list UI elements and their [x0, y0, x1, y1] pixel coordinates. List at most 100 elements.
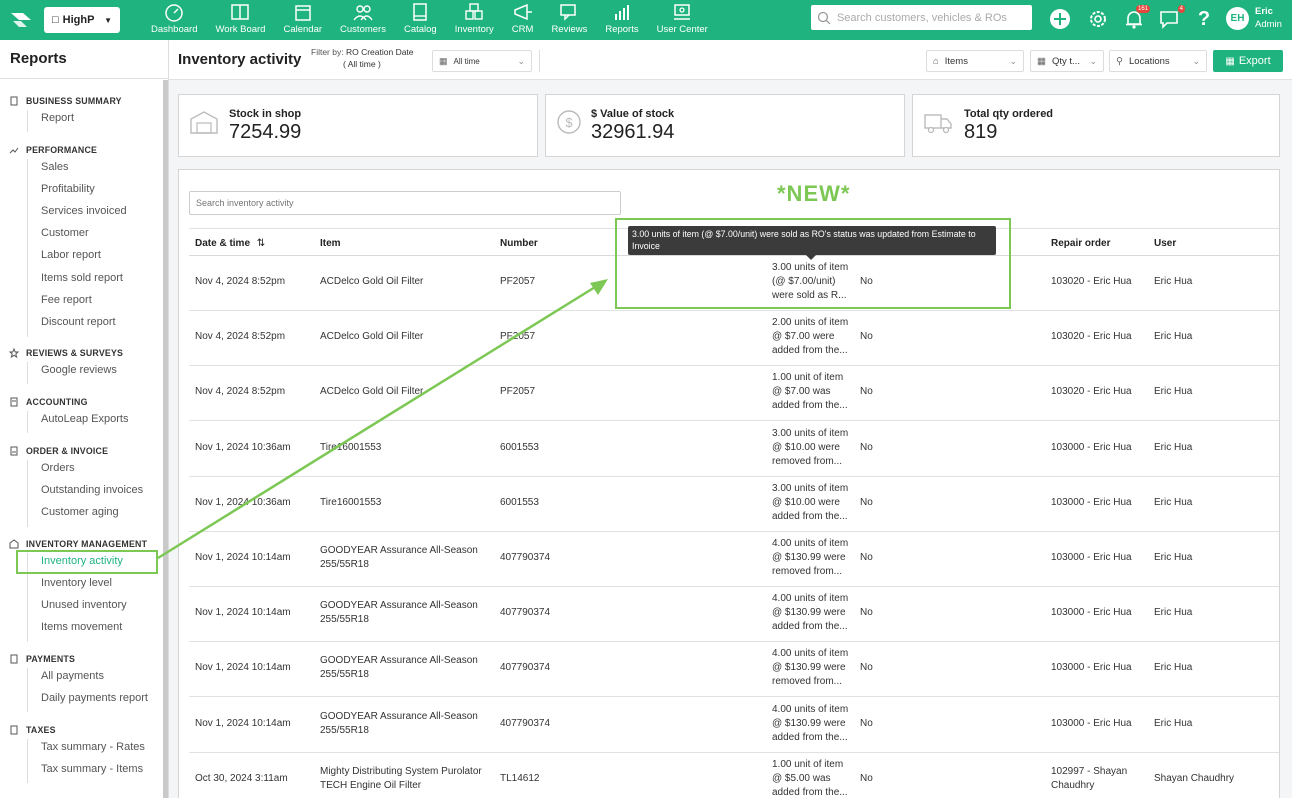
sidebar-section-label: TAXES [26, 725, 56, 735]
nav-item-customers[interactable]: Customers [331, 0, 395, 40]
autoleap-logo[interactable] [4, 0, 38, 40]
sidebar-item-profitability[interactable]: Profitability [41, 183, 95, 195]
add-button[interactable] [1049, 8, 1071, 30]
date-range-dropdown[interactable]: ▦ All time ⌄ [432, 50, 532, 72]
sort-icon[interactable]: ⇅ [257, 238, 265, 249]
sidebar-item-services-invoiced[interactable]: Services invoiced [41, 205, 127, 217]
sidebar-item-all-payments[interactable]: All payments [41, 670, 104, 682]
column-header-user[interactable]: User [1154, 238, 1176, 249]
sidebar-item-tax-summary-items[interactable]: Tax summary - Items [41, 763, 143, 775]
cell-repair-order[interactable]: 103000 - Eric Hua [1051, 717, 1132, 731]
cell-repair-order[interactable]: 102997 - Shayan Chaudhry [1051, 765, 1127, 793]
sidebar-item-customer[interactable]: Customer [41, 227, 89, 239]
sidebar-section-reviews-surveys: REVIEWS & SURVEYS [9, 348, 123, 358]
qty-dropdown[interactable]: ▦ Qty t... ⌄ [1030, 50, 1104, 72]
sidebar-item-tax-summary-rates[interactable]: Tax summary - Rates [41, 741, 145, 753]
cell-repair-order[interactable]: 103020 - Eric Hua [1051, 385, 1132, 399]
cell-number: 407790374 [500, 717, 551, 729]
nav-item-dashboard[interactable]: Dashboard [142, 0, 206, 40]
locations-dropdown[interactable]: ⚲ Locations ⌄ [1109, 50, 1207, 72]
settings-button[interactable] [1087, 8, 1109, 30]
sidebar-item-labor-report[interactable]: Labor report [41, 249, 101, 261]
table-row[interactable]: Nov 4, 2024 8:52pm ACDelco Gold Oil Filte… [189, 311, 1279, 367]
sidebar-item-daily-payments-report[interactable]: Daily payments report [41, 692, 148, 704]
items-dropdown[interactable]: ⌂ Items ⌄ [926, 50, 1024, 72]
table-row[interactable]: Nov 4, 2024 8:52pm ACDelco Gold Oil Filte… [189, 366, 1279, 422]
sidebar-item-items-movement[interactable]: Items movement [41, 621, 122, 633]
column-header-date[interactable]: Date & time ⇅ [195, 238, 265, 249]
nav-item-user-center[interactable]: User Center [648, 0, 717, 40]
table-row[interactable]: Nov 1, 2024 10:14am GOODYEAR Assurance Al… [189, 532, 1279, 587]
inventory-search-input[interactable] [189, 191, 621, 215]
nav-item-work-board[interactable]: Work Board [206, 0, 274, 40]
cell-repair-order[interactable]: 103020 - Eric Hua [1051, 275, 1132, 289]
column-header-item[interactable]: Item [320, 238, 341, 249]
nav-item-crm[interactable]: CRM [503, 0, 543, 40]
messages-button[interactable]: 4 [1158, 5, 1185, 30]
cell-description[interactable]: 2.00 units of item @ $7.00 were added from… [772, 316, 848, 358]
sidebar-item-sales[interactable]: Sales [41, 161, 69, 173]
sidebar-section-business-summary: BUSINESS SUMMARY [9, 96, 122, 106]
cell-description[interactable]: 4.00 units of item @ $130.99 were added fr… [772, 592, 848, 634]
sidebar-item-inventory-level[interactable]: Inventory level [41, 577, 112, 589]
sidebar-item-outstanding-invoices[interactable]: Outstanding invoices [41, 484, 143, 496]
cell-user: Shayan Chaudhry [1154, 772, 1235, 784]
export-label: Export [1238, 55, 1271, 67]
cell-repair-order[interactable]: 103020 - Eric Hua [1051, 330, 1132, 344]
nav-item-reports[interactable]: Reports [596, 0, 647, 40]
cell-description[interactable]: 3.00 units of item @ $10.00 were removed f… [772, 427, 848, 469]
cell-item-line: Mighty Distributing System Purolator [320, 765, 482, 777]
sidebar-item-items-sold-report[interactable]: Items sold report [41, 272, 123, 284]
column-header-number[interactable]: Number [500, 238, 538, 249]
sidebar-section-accounting: ACCOUNTING [9, 397, 88, 407]
shop-selector[interactable]: □ HighP ▼ [44, 7, 120, 33]
sidebar-item-customer-aging[interactable]: Customer aging [41, 506, 119, 518]
nav-item-catalog[interactable]: Catalog [395, 0, 446, 40]
cell-description[interactable]: 3.00 units of item @ $10.00 were added fro… [772, 482, 848, 524]
global-search[interactable] [811, 5, 1032, 30]
sidebar-item-google-reviews[interactable]: Google reviews [41, 364, 117, 376]
global-search-input[interactable] [836, 11, 1026, 24]
cell-repair-order[interactable]: 103000 - Eric Hua [1051, 606, 1132, 620]
sidebar-item-autoleap-exports[interactable]: AutoLeap Exports [41, 413, 128, 425]
nav-item-reviews[interactable]: Reviews [542, 0, 596, 40]
cell-description[interactable]: 4.00 units of item @ $130.99 were removed … [772, 647, 848, 689]
cell-description-line: 3.00 units of item [772, 482, 849, 494]
table-row[interactable]: Nov 1, 2024 10:14am GOODYEAR Assurance Al… [189, 587, 1279, 643]
cell-repair-order[interactable]: 103000 - Eric Hua [1051, 441, 1132, 455]
user-info[interactable]: Eric Admin [1255, 5, 1282, 31]
table-row[interactable]: Oct 30, 2024 3:11am Mighty Distributing S… [189, 753, 1279, 798]
sidebar-item-discount-report[interactable]: Discount report [41, 316, 116, 328]
sidebar-item-orders[interactable]: Orders [41, 462, 75, 474]
table-row[interactable]: Nov 1, 2024 10:14am GOODYEAR Assurance Al… [189, 698, 1279, 753]
cell-description-line: @ $130.99 were [772, 607, 846, 619]
cell-repair-order[interactable]: 103000 - Eric Hua [1051, 661, 1132, 675]
column-header-repair-order[interactable]: Repair order [1051, 238, 1110, 249]
cell-description-line: removed from... [772, 676, 843, 688]
help-button[interactable]: ? [1193, 8, 1215, 30]
table-row[interactable]: Nov 1, 2024 10:14am GOODYEAR Assurance Al… [189, 642, 1279, 698]
cell-description[interactable]: 4.00 units of item @ $130.99 were removed … [772, 537, 848, 579]
nav-item-calendar[interactable]: Calendar [274, 0, 331, 40]
chevron-down-icon: ⌄ [1089, 55, 1097, 66]
calendar-icon [295, 5, 311, 21]
shop-name: HighP [62, 14, 95, 26]
cell-description[interactable]: 1.00 unit of item @ $5.00 was added from t… [772, 758, 848, 798]
export-button[interactable]: ▦ Export [1213, 50, 1283, 72]
cell-description[interactable]: 1.00 unit of item @ $7.00 was added from t… [772, 371, 848, 413]
nav-item-inventory[interactable]: Inventory [446, 0, 503, 40]
sidebar-item-fee-report[interactable]: Fee report [41, 294, 92, 306]
cell-repair-order[interactable]: 103000 - Eric Hua [1051, 551, 1132, 565]
cell-repair-order[interactable]: 103000 - Eric Hua [1051, 496, 1132, 510]
table-row[interactable]: Nov 1, 2024 10:36am Tire16001553 6001553 3.… [189, 477, 1279, 532]
cell-description-line: @ $130.99 were [772, 717, 846, 729]
table-row[interactable]: Nov 1, 2024 10:36am Tire16001553 6001553 3.… [189, 422, 1279, 477]
cell-item-line: 255/55R18 [320, 724, 369, 736]
notifications-button[interactable]: 161 [1123, 5, 1150, 30]
sidebar-item-report[interactable]: Report [41, 112, 74, 124]
avatar[interactable]: EH [1226, 7, 1249, 30]
cell-description[interactable]: 4.00 units of item @ $130.99 were added fr… [772, 703, 848, 745]
sidebar-scrollbar[interactable] [163, 80, 168, 798]
sidebar-item-unused-inventory[interactable]: Unused inventory [41, 599, 127, 611]
page-title: Inventory activity [178, 51, 302, 68]
